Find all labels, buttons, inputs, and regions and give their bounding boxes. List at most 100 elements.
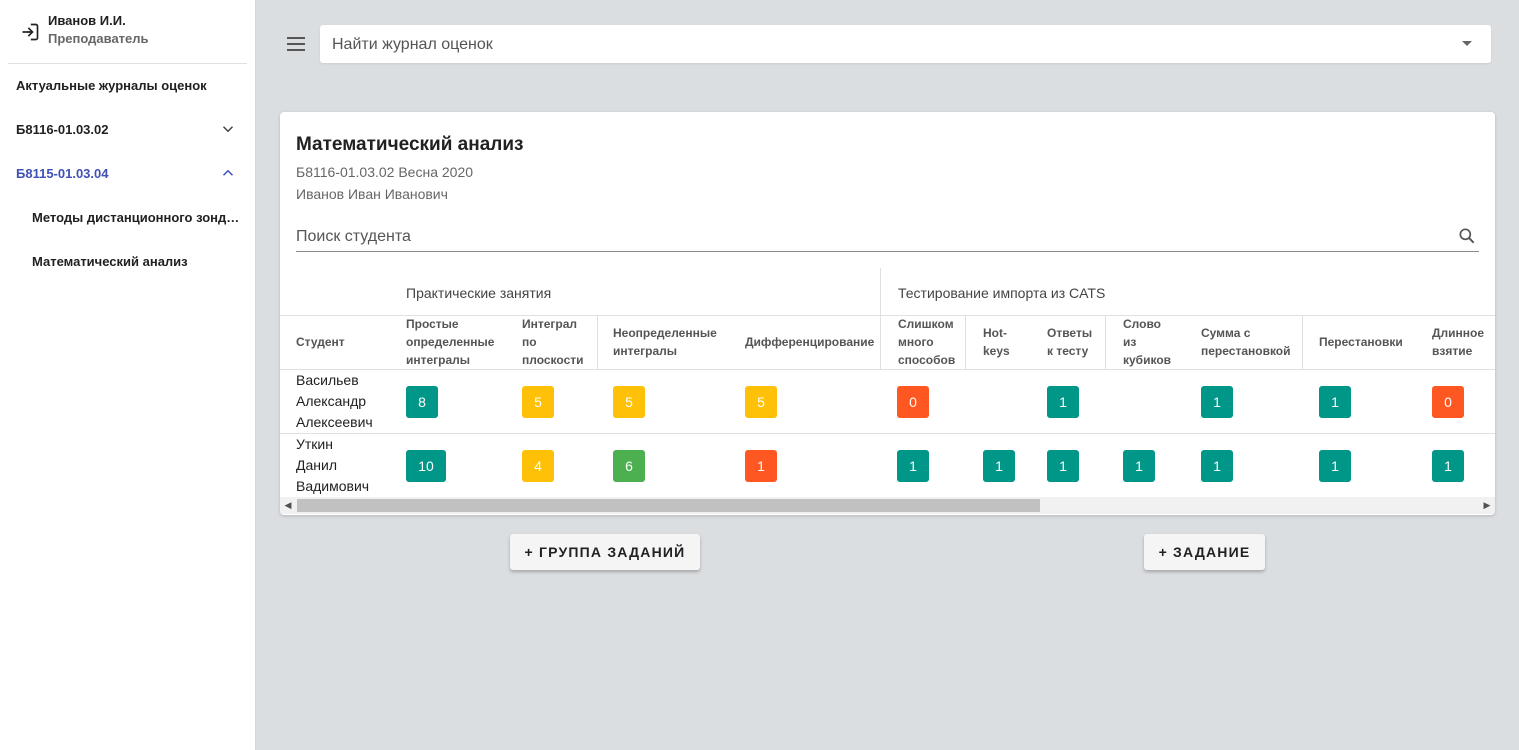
col-divider: [965, 315, 966, 369]
journal-search-placeholder: Найти журнал оценок: [332, 36, 493, 53]
group-divider: [880, 268, 881, 316]
sidebar-current-journals[interactable]: Актуальные журналы оценок: [16, 78, 207, 93]
chevron-down-icon[interactable]: [219, 120, 237, 138]
grade-badge[interactable]: 1: [1432, 450, 1464, 482]
col-header-line: к тесту: [1047, 344, 1089, 358]
col-header-line: взятие: [1432, 344, 1473, 358]
col-header-line: keys: [983, 344, 1010, 358]
group-practical: Практические занятия: [406, 285, 552, 301]
grade-badge[interactable]: 4: [522, 450, 554, 482]
grade-badge[interactable]: 1: [983, 450, 1015, 482]
grade-badge[interactable]: 1: [745, 450, 777, 482]
grade-badge[interactable]: 5: [522, 386, 554, 418]
col-header-task[interactable]: Неопределенные интегралы: [613, 324, 717, 360]
col-header-line: Hot-: [983, 326, 1007, 340]
dropdown-arrow-icon[interactable]: [1462, 41, 1472, 46]
add-task-group-button[interactable]: + ГРУППА ЗАДАНИЙ: [510, 534, 700, 570]
user-role: Преподаватель: [48, 31, 149, 46]
gradebook-card: Математический анализ Б8116-01.03.02 Вес…: [280, 112, 1495, 515]
header-bottom-divider: [280, 369, 1495, 370]
col-header-line: Длинное: [1432, 326, 1485, 340]
col-header-line: Перестановки: [1319, 335, 1403, 349]
col-header-line: интегралы: [613, 344, 678, 358]
student-name-line: Александр: [296, 393, 367, 409]
col-header-line: Неопределенные: [613, 326, 717, 340]
col-header-student: Студент: [296, 335, 345, 349]
col-header-line: Слово: [1123, 317, 1162, 331]
grade-badge[interactable]: 1: [897, 450, 929, 482]
group-cats-import: Тестирование импорта из CATS: [898, 285, 1106, 301]
search-icon[interactable]: [1457, 226, 1477, 246]
logout-icon[interactable]: [20, 22, 40, 42]
col-header-task[interactable]: Длинное взятие: [1432, 324, 1484, 360]
student-name: Уткин Данил Вадимович: [296, 434, 369, 497]
col-header-task[interactable]: Перестановки: [1319, 333, 1403, 351]
col-header-line: по: [522, 335, 537, 349]
col-header-task[interactable]: Hot- keys: [983, 324, 1010, 360]
student-name: Васильев Александр Алексеевич: [296, 370, 373, 433]
grade-badge[interactable]: 6: [613, 450, 645, 482]
add-task-button[interactable]: + ЗАДАНИЕ: [1144, 534, 1265, 570]
chevron-up-icon[interactable]: [219, 164, 237, 182]
grade-badge[interactable]: 1: [1201, 386, 1233, 418]
grade-badge[interactable]: 1: [1319, 386, 1351, 418]
grade-badge[interactable]: 0: [897, 386, 929, 418]
course-group-term: Б8116-01.03.02 Весна 2020: [296, 164, 474, 180]
student-name-line: Алексеевич: [296, 414, 373, 430]
course-teacher: Иванов Иван Иванович: [296, 186, 448, 202]
col-header-line: из: [1123, 335, 1137, 349]
sidebar-group-b8116[interactable]: Б8116-01.03.02: [16, 122, 108, 137]
user-name: Иванов И.И.: [48, 13, 126, 28]
grade-badge[interactable]: 0: [1432, 386, 1464, 418]
horizontal-scrollbar[interactable]: ◀ ▶: [280, 497, 1495, 514]
grade-badge[interactable]: 8: [406, 386, 438, 418]
col-divider: [1302, 315, 1303, 369]
menu-icon[interactable]: [286, 35, 306, 53]
col-header-task[interactable]: Дифференцирование: [745, 333, 874, 351]
grade-badge[interactable]: 1: [1319, 450, 1351, 482]
col-header-task[interactable]: Интеграл по плоскости: [522, 315, 584, 369]
grade-badge[interactable]: 5: [613, 386, 645, 418]
grade-badge[interactable]: 1: [1047, 450, 1079, 482]
scrollbar-thumb[interactable]: [297, 499, 1040, 512]
student-search-input[interactable]: Поиск студента: [296, 224, 1479, 252]
grade-badge[interactable]: 1: [1201, 450, 1233, 482]
journal-search-select[interactable]: Найти журнал оценок: [320, 25, 1491, 63]
col-header-line: способов: [898, 353, 956, 367]
col-divider: [880, 315, 881, 369]
col-header-line: Дифференцирование: [745, 335, 875, 349]
col-header-line: Слишком: [898, 317, 954, 331]
col-header-task[interactable]: Слишком много способов: [898, 315, 955, 369]
col-header-line: много: [898, 335, 934, 349]
col-header-task[interactable]: Простые определенные интегралы: [406, 315, 494, 369]
student-name-line: Уткин: [296, 436, 333, 452]
col-header-task[interactable]: Сумма с перестановкой: [1201, 324, 1291, 360]
sidebar-item-math-analysis[interactable]: Математический анализ: [32, 254, 242, 269]
col-divider: [597, 315, 598, 369]
col-header-line: Интеграл: [522, 317, 578, 331]
col-header-line: плоскости: [522, 353, 584, 367]
student-name-line: Васильев: [296, 372, 359, 388]
col-header-line: кубиков: [1123, 353, 1172, 367]
row-divider: [280, 433, 1495, 434]
col-header-task[interactable]: Слово из кубиков: [1123, 315, 1171, 369]
student-name-line: Вадимович: [296, 478, 370, 494]
col-header-line: Ответы: [1047, 326, 1093, 340]
col-divider: [1105, 315, 1106, 369]
scroll-right-icon[interactable]: ▶: [1482, 500, 1492, 511]
scroll-left-icon[interactable]: ◀: [283, 500, 293, 511]
grade-badge[interactable]: 10: [406, 450, 446, 482]
student-search-placeholder: Поиск студента: [296, 228, 411, 245]
grade-badge[interactable]: 1: [1123, 450, 1155, 482]
grade-badge[interactable]: 1: [1047, 386, 1079, 418]
sidebar: Иванов И.И. Преподаватель Актуальные жур…: [0, 0, 256, 750]
col-header-line: перестановкой: [1201, 344, 1291, 358]
course-title: Математический анализ: [296, 134, 524, 155]
sidebar-item-remote-sensing[interactable]: Методы дистанционного зондирования: [32, 210, 242, 225]
col-header-line: определенные: [406, 335, 495, 349]
sidebar-group-b8115[interactable]: Б8115-01.03.04: [16, 166, 108, 181]
col-header-task[interactable]: Ответы к тесту: [1047, 324, 1092, 360]
col-header-line: интегралы: [406, 353, 471, 367]
grade-badge[interactable]: 5: [745, 386, 777, 418]
grades-table: Практические занятия Тестирование импорт…: [280, 268, 1495, 498]
